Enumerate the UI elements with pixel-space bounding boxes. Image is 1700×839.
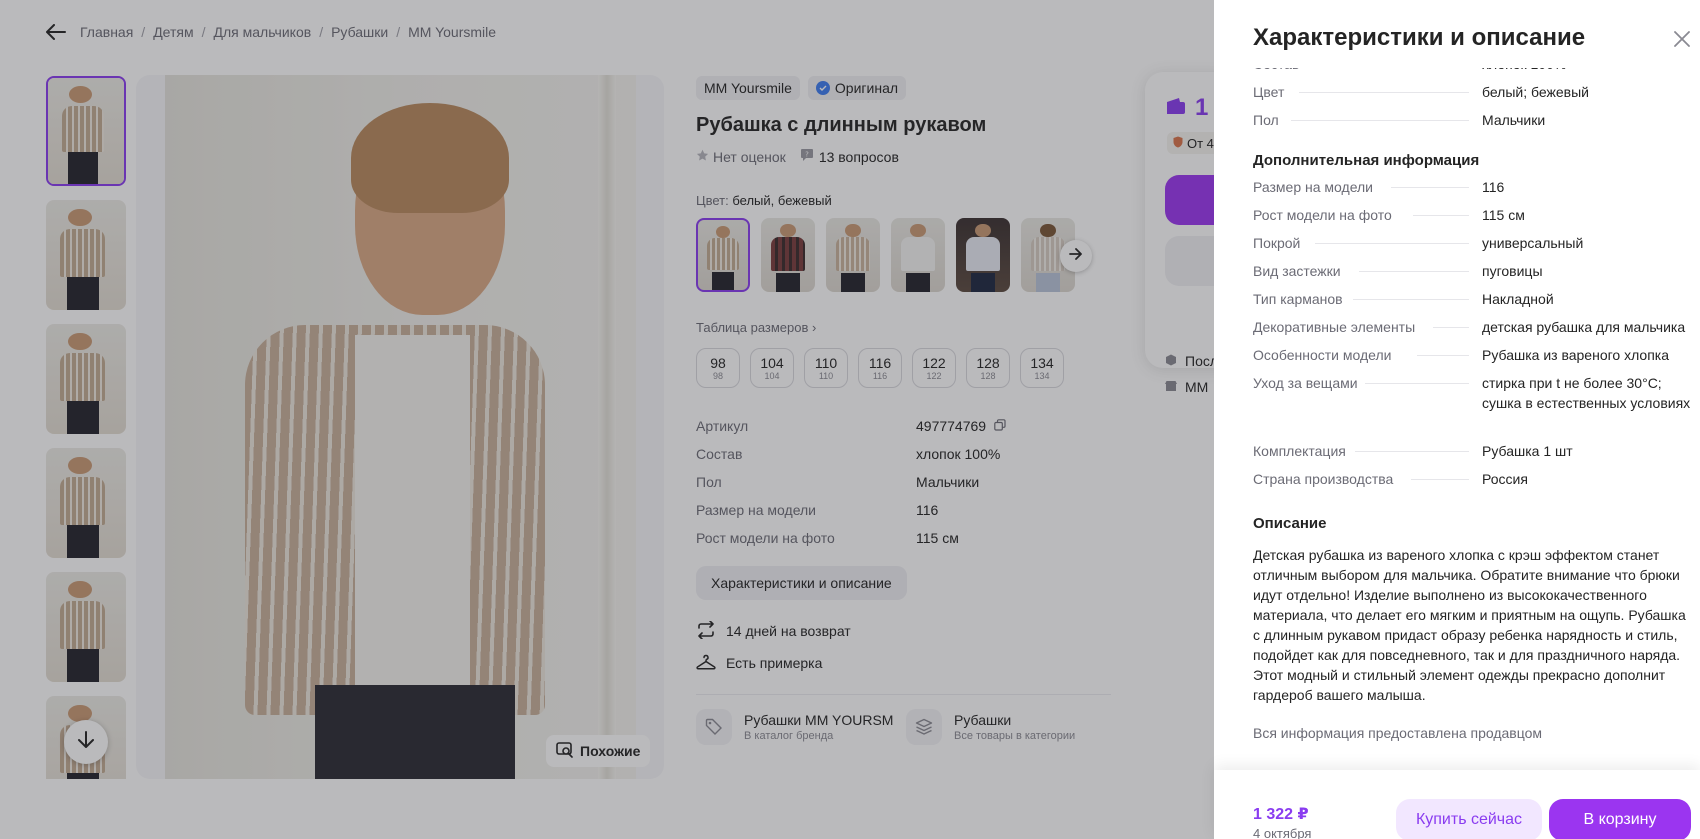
drawer-body[interactable]: Состав хлопок 100% Цвет белый; бежевый П… <box>1253 60 1693 770</box>
spec-key: Тип карманов <box>1253 291 1343 307</box>
spec-key: Покрой <box>1253 235 1301 251</box>
spec-row: Уход за вещами стирка при t не более 30°… <box>1253 373 1693 441</box>
modal-backdrop[interactable] <box>0 0 1214 839</box>
spec-row: Страна производства Россия <box>1253 469 1693 497</box>
description-heading: Описание <box>1253 515 1327 532</box>
spec-value: Мальчики <box>1482 112 1546 128</box>
spec-value: стирка при t не более 30°C; сушка в есте… <box>1482 375 1691 411</box>
spec-value: Россия <box>1482 471 1528 487</box>
spec-row: Размер на модели 116 <box>1253 177 1693 205</box>
spec-key: Комплектация <box>1253 443 1346 459</box>
spec-value: белый; бежевый <box>1482 84 1589 100</box>
spec-value: пуговицы <box>1482 263 1543 279</box>
spec-value: 116 <box>1482 179 1505 195</box>
spec-key: Страна производства <box>1253 471 1394 487</box>
spec-row: Вид застежки пуговицы <box>1253 261 1693 289</box>
close-icon[interactable] <box>1674 31 1690 47</box>
spec-row: Тип карманов Накладной <box>1253 289 1693 317</box>
spec-value: Рубашка 1 шт <box>1482 443 1573 459</box>
spec-row: Особенности модели Рубашка из вареного х… <box>1253 345 1693 373</box>
description-text: Детская рубашка из вареного хлопка с крэ… <box>1253 547 1686 703</box>
spec-value: детская рубашка для мальчика <box>1482 319 1686 335</box>
spec-value: Накладной <box>1482 291 1554 307</box>
spec-key: Особенности модели <box>1253 347 1392 363</box>
spec-row: Цвет белый; бежевый <box>1253 82 1693 110</box>
spec-value: 115 см <box>1482 207 1525 223</box>
footer-delivery-date: 4 октября <box>1253 826 1312 839</box>
spec-value: Рубашка из вареного хлопка <box>1482 347 1669 363</box>
spec-key: Декоративные элементы <box>1253 319 1416 335</box>
spec-key: Размер на модели <box>1253 179 1373 195</box>
spec-key: Цвет <box>1253 84 1285 100</box>
spec-value: универсальный <box>1482 235 1584 251</box>
spec-key: Уход за вещами <box>1253 375 1358 391</box>
drawer-footer: 1 322 ₽ 4 октября Купить сейчас В корзин… <box>1214 770 1700 839</box>
spec-row: Пол Мальчики <box>1253 110 1693 138</box>
extra-info-heading: Дополнительная информация <box>1253 152 1480 169</box>
spec-key: Вид застежки <box>1253 263 1341 279</box>
spec-row: Покрой универсальный <box>1253 233 1693 261</box>
seller-note: Вся информация предоставлена продавцом <box>1253 725 1543 741</box>
add-to-cart-button[interactable]: В корзину <box>1549 799 1691 839</box>
spec-row: Комплектация Рубашка 1 шт <box>1253 441 1693 469</box>
spec-row: Рост модели на фото 115 см <box>1253 205 1693 233</box>
drawer-title: Характеристики и описание <box>1253 24 1586 51</box>
specs-drawer: Характеристики и описание Состав хлопок … <box>1214 0 1700 839</box>
spec-row: Декоративные элементы детская рубашка дл… <box>1253 317 1693 345</box>
spec-key: Рост модели на фото <box>1253 207 1392 223</box>
spec-key: Пол <box>1253 112 1279 128</box>
footer-price: 1 322 ₽ <box>1253 806 1309 823</box>
buy-now-button[interactable]: Купить сейчас <box>1396 799 1542 839</box>
drawer-header: Характеристики и описание <box>1214 0 1700 68</box>
